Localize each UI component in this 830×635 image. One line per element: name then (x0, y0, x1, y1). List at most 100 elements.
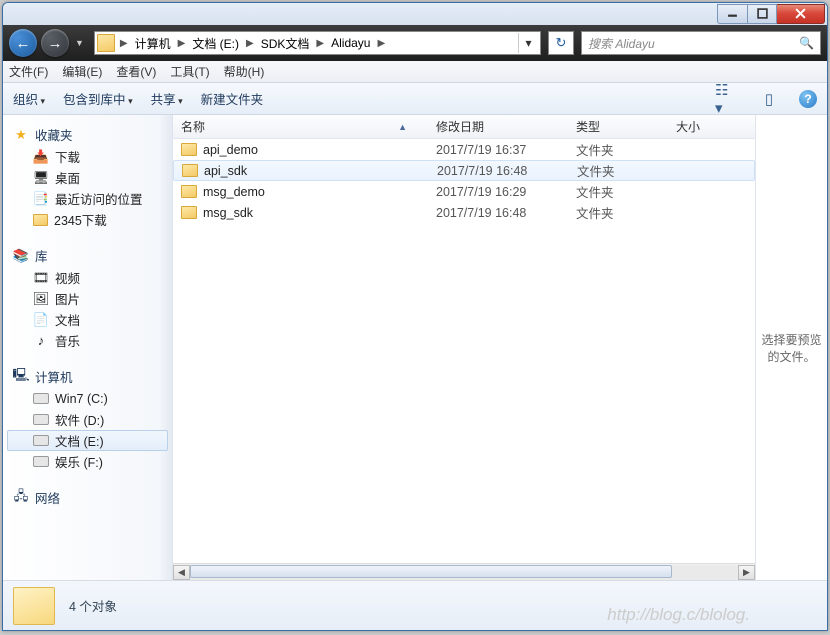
search-input[interactable]: 搜索 Alidayu 🔍 (581, 31, 821, 55)
sidebar-item-recent[interactable]: 📑最近访问的位置 (7, 188, 168, 209)
refresh-button[interactable]: ↻ (548, 31, 574, 55)
sidebar-computer-header[interactable]: 🖳 计算机 (7, 365, 168, 388)
folder-icon (97, 34, 115, 52)
address-bar[interactable]: ▶ 计算机 ▶ 文档 (E:) ▶ SDK文档 ▶ Alidayu ▶ ▾ (94, 31, 541, 55)
column-size[interactable]: 大小 (668, 118, 738, 135)
chevron-right-icon[interactable]: ▶ (117, 38, 131, 49)
column-name[interactable]: 名称▲ (173, 118, 428, 135)
share-button[interactable]: 共享 (151, 89, 183, 108)
file-date: 2017/7/19 16:48 (429, 164, 569, 178)
crumb-dir2[interactable]: Alidayu (329, 36, 372, 50)
drive-icon (33, 414, 49, 425)
star-icon: ★ (13, 127, 29, 143)
sidebar-item-music[interactable]: ♪音乐 (7, 330, 168, 351)
title-bar[interactable] (3, 3, 827, 25)
sidebar-item-downloads[interactable]: 📥下载 (7, 146, 168, 167)
sidebar-item-documents[interactable]: 📄文档 (7, 309, 168, 330)
drive-icon (33, 435, 49, 446)
content-area: 名称▲ 修改日期 类型 大小 api_demo2017/7/19 16:37文件… (173, 115, 827, 580)
file-name: msg_sdk (203, 206, 253, 220)
folder-icon (181, 143, 197, 156)
file-type: 文件夹 (569, 161, 669, 180)
column-headers: 名称▲ 修改日期 类型 大小 (173, 115, 755, 139)
file-type: 文件夹 (568, 203, 668, 222)
file-pane: 名称▲ 修改日期 类型 大小 api_demo2017/7/19 16:37文件… (173, 115, 755, 580)
crumb-dir1[interactable]: SDK文档 (259, 35, 312, 52)
newfolder-button[interactable]: 新建文件夹 (201, 89, 264, 108)
scroll-track[interactable] (190, 565, 738, 580)
navigation-sidebar: ★ 收藏夹 📥下载 🖥桌面 📑最近访问的位置 2345下载 📚 库 🎞视频 🖼图… (3, 115, 173, 580)
sidebar-item-desktop[interactable]: 🖥桌面 (7, 167, 168, 188)
file-list[interactable]: api_demo2017/7/19 16:37文件夹 api_sdk 2017/7/… (173, 139, 755, 563)
preview-pane-button[interactable]: ▯ (757, 89, 781, 109)
picture-icon: 🖼 (33, 291, 49, 307)
drive-icon (33, 456, 49, 467)
video-icon: 🎞 (33, 270, 49, 286)
scroll-left-button[interactable]: ◀ (173, 565, 190, 580)
watermark: http://blog.c/blolog. (607, 605, 750, 625)
sidebar-item-drive-d[interactable]: 软件 (D:) (7, 409, 168, 430)
sidebar-item-drive-f[interactable]: 娱乐 (F:) (7, 451, 168, 472)
scroll-thumb[interactable] (190, 565, 672, 578)
history-dropdown[interactable]: ▼ (73, 38, 86, 48)
help-icon[interactable]: ? (799, 90, 817, 108)
sidebar-item-pictures[interactable]: 🖼图片 (7, 288, 168, 309)
document-icon: 📄 (33, 312, 49, 328)
file-row[interactable]: msg_demo2017/7/19 16:29文件夹 (173, 181, 755, 202)
search-icon[interactable]: 🔍 (799, 36, 814, 50)
sidebar-item-2345[interactable]: 2345下载 (7, 209, 168, 230)
maximize-button[interactable] (747, 4, 777, 24)
forward-button[interactable]: → (41, 29, 69, 57)
file-name: api_sdk (204, 164, 247, 178)
search-placeholder: 搜索 Alidayu (588, 35, 655, 52)
address-dropdown[interactable]: ▾ (518, 33, 538, 53)
nav-bar: ← → ▼ ▶ 计算机 ▶ 文档 (E:) ▶ SDK文档 ▶ Alidayu … (3, 25, 827, 61)
back-button[interactable]: ← (9, 29, 37, 57)
menu-file[interactable]: 文件(F) (9, 63, 48, 80)
command-bar: 组织 包含到库中 共享 新建文件夹 ☷ ▾ ▯ ? (3, 83, 827, 115)
folder-icon (181, 185, 197, 198)
menu-view[interactable]: 查看(V) (116, 63, 156, 80)
sidebar-library-header[interactable]: 📚 库 (7, 244, 168, 267)
organize-button[interactable]: 组织 (13, 89, 45, 108)
file-type: 文件夹 (568, 182, 668, 201)
file-row[interactable]: msg_sdk 2017/7/19 16:48文件夹 (173, 202, 755, 223)
folder-large-icon (13, 587, 55, 625)
sidebar-favorites-header[interactable]: ★ 收藏夹 (7, 123, 168, 146)
folder-icon (181, 206, 197, 219)
network-icon: 🖧 (13, 490, 29, 506)
library-label: 库 (35, 246, 48, 265)
file-row[interactable]: api_demo2017/7/19 16:37文件夹 (173, 139, 755, 160)
desktop-icon: 🖥 (33, 170, 49, 186)
chevron-right-icon[interactable]: ▶ (313, 38, 327, 49)
body-area: ★ 收藏夹 📥下载 🖥桌面 📑最近访问的位置 2345下载 📚 库 🎞视频 🖼图… (3, 115, 827, 580)
sidebar-item-video[interactable]: 🎞视频 (7, 267, 168, 288)
sidebar-item-drive-e[interactable]: 文档 (E:) (7, 430, 168, 451)
chevron-right-icon[interactable]: ▶ (175, 38, 189, 49)
download-icon: 📥 (33, 149, 49, 165)
scroll-right-button[interactable]: ▶ (738, 565, 755, 580)
menu-edit[interactable]: 编辑(E) (62, 63, 102, 80)
include-button[interactable]: 包含到库中 (63, 89, 133, 108)
computer-label: 计算机 (35, 367, 73, 386)
chevron-right-icon[interactable]: ▶ (374, 38, 388, 49)
sidebar-item-drive-c[interactable]: Win7 (C:) (7, 388, 168, 409)
minimize-button[interactable] (717, 4, 747, 24)
crumb-computer[interactable]: 计算机 (133, 35, 173, 52)
column-date[interactable]: 修改日期 (428, 118, 568, 135)
preview-pane: 选择要预览的文件。 (755, 115, 827, 580)
sidebar-network-header[interactable]: 🖧 网络 (7, 486, 168, 509)
file-date: 2017/7/19 16:48 (428, 206, 568, 220)
view-mode-button[interactable]: ☷ ▾ (715, 89, 739, 109)
chevron-right-icon[interactable]: ▶ (243, 38, 257, 49)
menu-help[interactable]: 帮助(H) (224, 63, 265, 80)
menu-tools[interactable]: 工具(T) (170, 63, 209, 80)
file-row[interactable]: api_sdk 2017/7/19 16:48文件夹 (173, 160, 755, 181)
horizontal-scrollbar[interactable]: ◀ ▶ (173, 563, 755, 580)
file-date: 2017/7/19 16:29 (428, 185, 568, 199)
file-type: 文件夹 (568, 140, 668, 159)
column-type[interactable]: 类型 (568, 118, 668, 135)
crumb-drive[interactable]: 文档 (E:) (190, 35, 241, 52)
file-name: api_demo (203, 143, 258, 157)
close-button[interactable] (777, 4, 825, 24)
